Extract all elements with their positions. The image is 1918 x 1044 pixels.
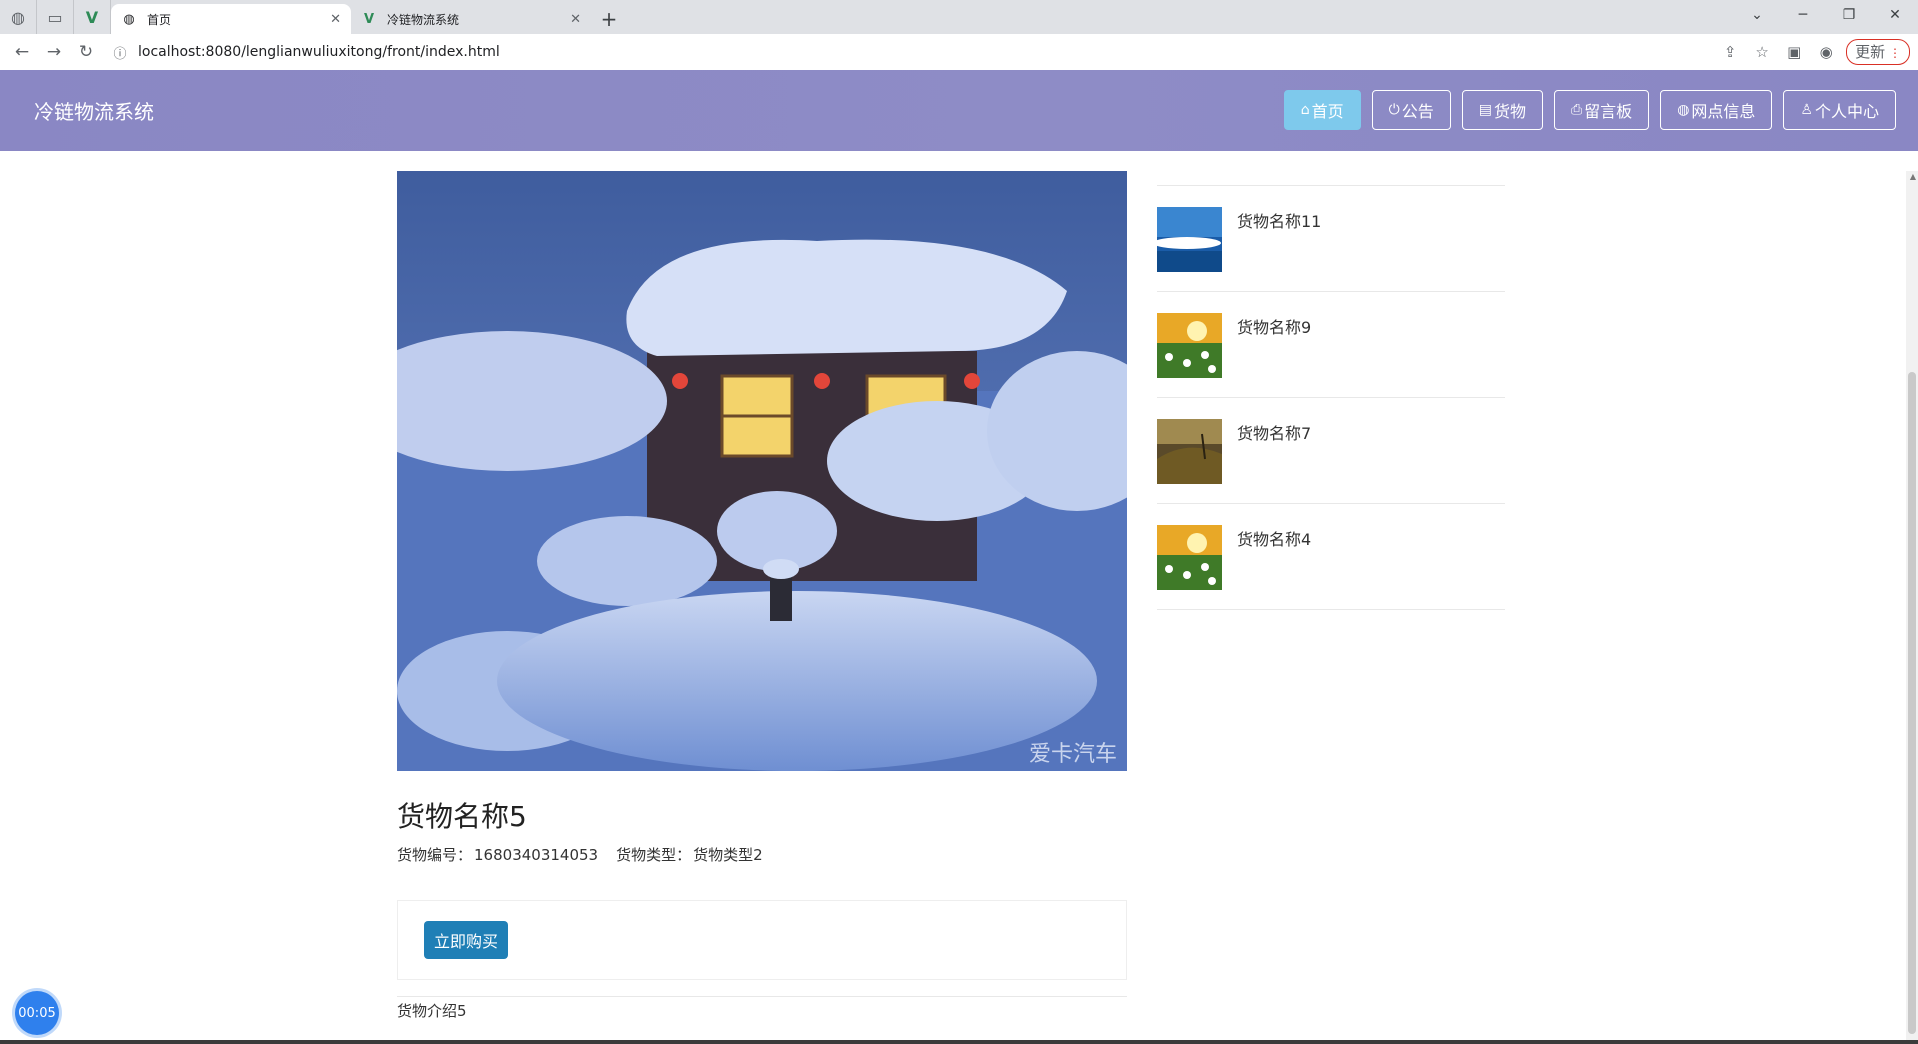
scrollbar-thumb[interactable]	[1908, 372, 1916, 1034]
buy-panel: 立即购买	[397, 900, 1127, 980]
browser-tab-bar: ◍ ▭ V ◍ 首页 ✕ V 冷链物流系统 ✕ + ⌄ ─ ❐ ✕	[0, 0, 1918, 34]
close-icon[interactable]: ✕	[570, 12, 581, 27]
tab-system[interactable]: V 冷链物流系统 ✕	[351, 4, 591, 34]
goods-name[interactable]: 货物名称9	[1237, 314, 1311, 338]
home-icon: ⌂	[1300, 102, 1310, 118]
tab-home[interactable]: ◍ 首页 ✕	[111, 4, 351, 34]
tab-search-chevron-icon[interactable]: ⌄	[1734, 0, 1780, 30]
power-icon: ⏻	[1388, 102, 1400, 118]
close-icon[interactable]: ✕	[330, 12, 341, 27]
site-title: 冷链物流系统	[34, 100, 154, 124]
nav-personal-center[interactable]: ♙ 个人中心	[1783, 90, 1896, 130]
taskbar-strip	[0, 1040, 1918, 1044]
profile-avatar-icon[interactable]: ◉	[1810, 43, 1842, 61]
goods-thumbnail[interactable]	[1157, 419, 1222, 484]
recording-timer[interactable]: 00:05	[15, 991, 59, 1035]
site-header: 冷链物流系统 ⌂ 首页 ⏻ 公告 ▤ 货物 ⎙ 留言板 ◍ 网点信息 ♙ 个人中…	[0, 70, 1918, 151]
nav-notice[interactable]: ⏻ 公告	[1371, 90, 1451, 130]
list-item[interactable]: 货物名称4	[1157, 503, 1505, 610]
restore-icon[interactable]: ❐	[1826, 0, 1872, 30]
product-main-image: 爱卡汽车	[397, 171, 1127, 771]
watermark-logo: 爱卡汽车	[1029, 742, 1117, 767]
product-title: 货物名称5	[397, 800, 527, 833]
printer-icon: ⎙	[1570, 102, 1583, 118]
site-info-icon[interactable]: ⓘ	[108, 43, 132, 62]
related-goods-list: 货物名称11 货物名称9 货物名称7 货物名称4	[1157, 185, 1505, 610]
main-nav: ⌂ 首页 ⏻ 公告 ▤ 货物 ⎙ 留言板 ◍ 网点信息 ♙ 个人中心	[1273, 90, 1896, 130]
vue-icon: V	[363, 11, 375, 27]
pinned-tab-globe-icon[interactable]: ◍	[0, 0, 37, 34]
minimize-icon[interactable]: ─	[1780, 0, 1826, 30]
globe-icon: ◍	[1677, 102, 1690, 118]
product-meta: 货物编号： 1680340314053 货物类型： 货物类型2	[397, 844, 765, 865]
globe-icon: ◍	[123, 11, 135, 27]
nav-goods[interactable]: ▤ 货物	[1461, 90, 1543, 130]
bookmark-star-icon[interactable]: ☆	[1746, 43, 1778, 61]
goods-name[interactable]: 货物名称4	[1237, 526, 1311, 550]
pinned-tab-vue-icon[interactable]: V	[74, 0, 111, 34]
intro-divider	[397, 996, 1127, 997]
product-intro: 货物介绍5	[397, 1002, 467, 1020]
scroll-up-arrow-icon[interactable]: ▲	[1910, 172, 1916, 181]
snow-house-illustration: 爱卡汽车	[397, 171, 1127, 771]
url-field[interactable]: ⓘ localhost:8080/lenglianwuliuxitong/fro…	[108, 38, 1668, 66]
back-arrow-icon[interactable]: ←	[6, 42, 38, 62]
list-item[interactable]: 货物名称7	[1157, 397, 1505, 503]
update-button[interactable]: 更新 ⋮	[1846, 39, 1910, 65]
product-type-label: 货物类型：	[616, 846, 692, 864]
goods-thumbnail[interactable]	[1157, 207, 1222, 272]
new-tab-plus-icon[interactable]: +	[591, 4, 627, 34]
window-close-icon[interactable]: ✕	[1872, 0, 1918, 30]
buy-now-button[interactable]: 立即购买	[424, 921, 509, 959]
side-panel-icon[interactable]: ▣	[1778, 43, 1810, 61]
goods-thumbnail[interactable]	[1157, 313, 1222, 378]
goods-name[interactable]: 货物名称7	[1237, 420, 1311, 444]
address-bar: ← → ↻ ⓘ localhost:8080/lenglianwuliuxito…	[0, 34, 1918, 71]
reload-icon[interactable]: ↻	[70, 42, 102, 62]
nav-home[interactable]: ⌂ 首页	[1283, 90, 1361, 130]
list-item[interactable]: 货物名称11	[1157, 185, 1505, 291]
tab-title: 冷链物流系统	[387, 12, 460, 27]
share-icon[interactable]: ⇪	[1714, 43, 1746, 61]
goods-name[interactable]: 货物名称11	[1237, 208, 1321, 232]
product-code-value: 1680340314053	[474, 846, 599, 864]
url-text: localhost:8080/lenglianwuliuxitong/front…	[138, 44, 500, 60]
window-controls: ⌄ ─ ❐ ✕	[1734, 0, 1918, 30]
product-type-value: 货物类型2	[693, 846, 763, 864]
tab-title: 首页	[147, 12, 172, 27]
forward-arrow-icon[interactable]: →	[38, 42, 70, 62]
product-code-label: 货物编号：	[397, 846, 473, 864]
box-icon: ▤	[1478, 102, 1492, 118]
nav-message-board[interactable]: ⎙ 留言板	[1553, 90, 1650, 130]
pinned-tab-blank-icon[interactable]: ▭	[37, 0, 74, 34]
goods-thumbnail[interactable]	[1157, 525, 1222, 590]
user-icon: ♙	[1800, 102, 1813, 118]
nav-branch-info[interactable]: ◍ 网点信息	[1660, 90, 1773, 130]
list-item[interactable]: 货物名称9	[1157, 291, 1505, 397]
